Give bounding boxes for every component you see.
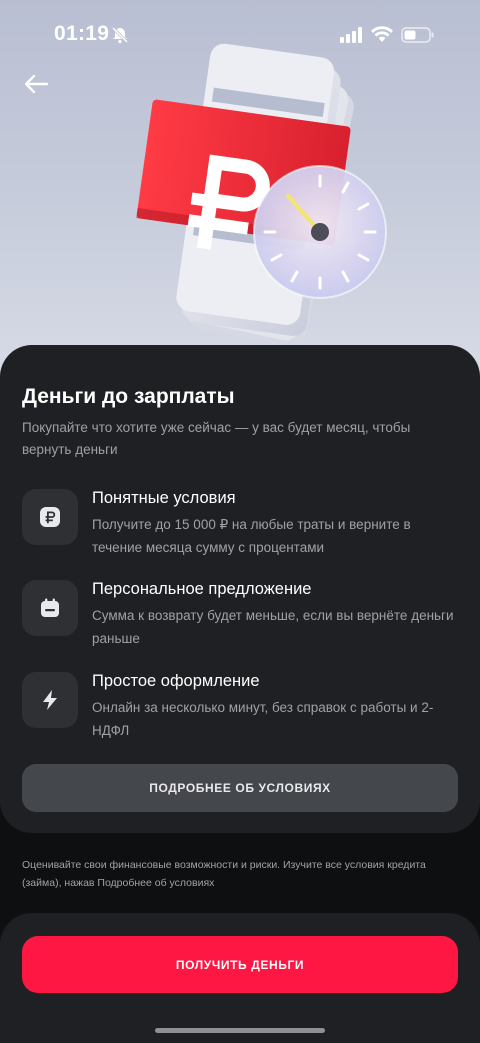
card-subtitle: Покупайте что хотите уже сейчас — у вас … — [22, 420, 411, 457]
status-time: 01:19 — [54, 22, 110, 45]
feature-description: Сумма к возврату будет меньше, если вы в… — [92, 608, 454, 646]
feature-description: Онлайн за несколько минут, без справок с… — [92, 700, 434, 738]
feature-icon-box — [22, 489, 78, 545]
feature-simple-application: Простое оформление Онлайн за несколько м… — [22, 672, 458, 742]
loan-info-card: Деньги до зарплаты Покупайте что хотите … — [0, 345, 480, 833]
feature-clear-terms: Понятные условия Получите до 15 000 ₽ на… — [22, 489, 458, 559]
feature-personal-offer: Персональное предложение Сумма к возврат… — [22, 580, 458, 650]
wifi-icon — [371, 26, 393, 42]
home-indicator[interactable] — [155, 1028, 325, 1033]
ruble-icon — [40, 507, 60, 527]
disclaimer-text: Оценивайте свои финансовые возможности и… — [22, 859, 426, 889]
feature-title: Понятные условия — [92, 489, 236, 507]
feature-title: Персональное предложение — [92, 580, 312, 598]
more-about-terms-button[interactable]: ПОДРОБНЕЕ ОБ УСЛОВИЯХ — [22, 764, 458, 812]
battery-icon — [401, 27, 434, 43]
lightning-icon — [43, 690, 57, 710]
arrow-left-icon — [24, 74, 49, 94]
feature-icon-box — [22, 580, 78, 636]
back-button[interactable] — [20, 68, 52, 100]
status-bar: 01:19 — [0, 0, 480, 70]
get-money-button[interactable]: ПОЛУЧИТЬ ДЕНЬГИ — [22, 936, 458, 993]
feature-icon-box — [22, 672, 78, 728]
feature-description: Получите до 15 000 ₽ на любые траты и ве… — [92, 517, 411, 555]
hero-banner: 01:19 — [0, 0, 480, 380]
card-title: Деньги до зарплаты — [22, 385, 235, 408]
feature-title: Простое оформление — [92, 672, 260, 690]
cellular-signal-icon — [340, 27, 362, 43]
bottom-action-panel: ПОЛУЧИТЬ ДЕНЬГИ — [0, 913, 480, 1043]
calendar-icon — [41, 598, 59, 617]
mute-bell-icon — [111, 26, 129, 44]
